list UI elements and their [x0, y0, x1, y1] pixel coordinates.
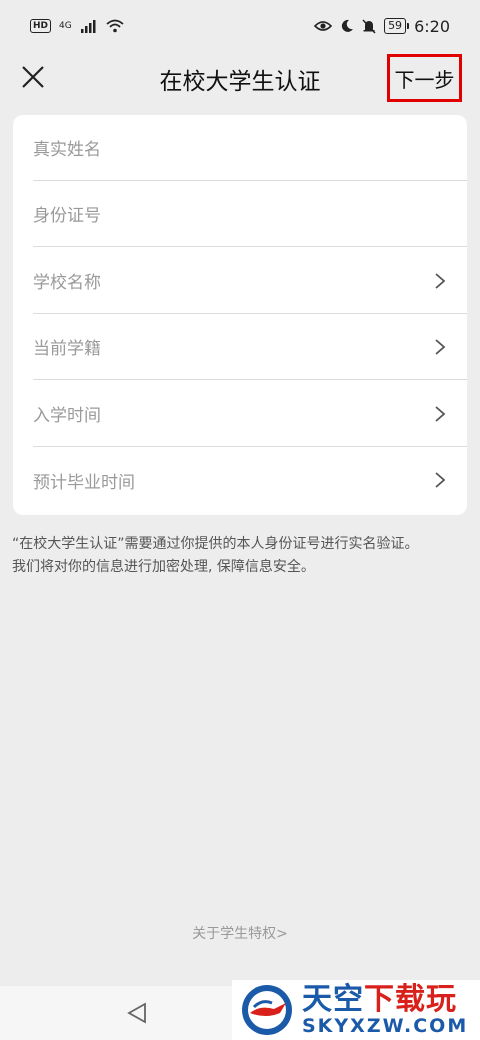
row-label: 真实姓名	[33, 140, 101, 160]
battery-level: 59	[384, 18, 410, 34]
next-step-button[interactable]: 下一步	[387, 54, 462, 102]
wifi-icon	[106, 19, 124, 33]
hd-badge: HD	[30, 19, 52, 33]
eye-icon	[314, 21, 333, 31]
row-label: 当前学籍	[33, 339, 101, 359]
network-type: 4G	[59, 21, 72, 31]
chevron-right-icon	[435, 405, 446, 422]
enrollment-date-selector[interactable]: 入学时间	[33, 381, 467, 447]
status-right: 59 6:20	[314, 17, 450, 36]
site-watermark: 天空下载玩 SKYXZW.COM	[232, 980, 480, 1040]
chevron-right-icon	[435, 338, 446, 355]
status-bar: HD 4G 59 6:20	[0, 0, 480, 52]
clock: 6:20	[414, 16, 450, 36]
row-label: 学校名称	[33, 273, 101, 293]
chevron-right-icon	[435, 272, 446, 289]
nav-bar: 在校大学生认证 下一步	[0, 52, 480, 102]
notice-line-1: “在校大学生认证”需要通过你提供的本人身份证号进行实名验证。	[12, 536, 419, 552]
bell-off-icon	[362, 18, 376, 34]
signal-icon	[80, 20, 96, 33]
privacy-notice: “在校大学生认证”需要通过你提供的本人身份证号进行实名验证。 我们将对你的信息进…	[12, 533, 472, 579]
status-left: HD 4G	[30, 19, 124, 33]
id-number-field[interactable]: 身份证号	[33, 181, 467, 247]
watermark-text: 天空下载玩 SKYXZW.COM	[302, 981, 469, 1037]
watermark-logo-icon	[242, 985, 292, 1035]
current-status-selector[interactable]: 当前学籍	[33, 314, 467, 380]
school-name-selector[interactable]: 学校名称	[33, 248, 467, 314]
real-name-field[interactable]: 真实姓名	[33, 115, 467, 181]
form-card: 真实姓名 身份证号 学校名称 当前学籍 入学时间 预计毕业时间	[13, 115, 467, 515]
row-label: 入学时间	[33, 406, 101, 426]
notice-line-2: 我们将对你的信息进行加密处理, 保障信息安全。	[12, 559, 315, 575]
watermark-title-blue: 天空	[302, 981, 364, 1017]
watermark-title: 天空下载玩	[302, 981, 468, 1017]
watermark-domain: SKYXZW.COM	[302, 1014, 469, 1037]
back-triangle-icon[interactable]	[126, 1001, 148, 1025]
watermark-title-red: 下载玩	[364, 981, 457, 1017]
row-label: 预计毕业时间	[33, 472, 135, 493]
student-privilege-link[interactable]: 关于学生特权>	[0, 923, 480, 943]
chevron-right-icon	[435, 472, 446, 488]
moon-icon	[341, 19, 354, 32]
row-label: 身份证号	[33, 206, 101, 226]
graduation-date-selector[interactable]: 预计毕业时间	[33, 447, 467, 513]
